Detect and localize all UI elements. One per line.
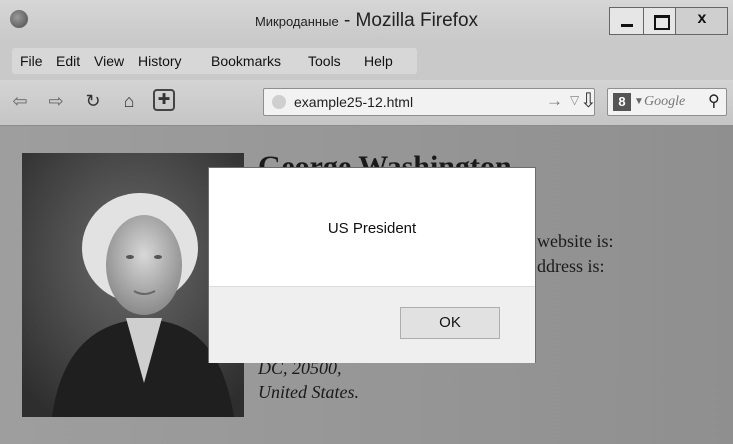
title-bar: Микроданные - Mozilla Firefox x <box>0 0 733 44</box>
home-icon[interactable]: ⌂ <box>117 89 141 113</box>
window-title-app: - Mozilla Firefox <box>343 10 479 31</box>
menu-view[interactable]: View <box>94 53 124 69</box>
menu-bar: File Edit View History Bookmarks Tools H… <box>12 48 417 74</box>
search-input[interactable]: Google <box>644 94 685 110</box>
menu-bookmarks[interactable]: Bookmarks <box>211 53 281 69</box>
ok-button[interactable]: OK <box>400 307 500 339</box>
search-engine-dropdown-icon[interactable]: ▼ <box>634 96 644 107</box>
minimize-button[interactable] <box>609 7 643 35</box>
maximize-button[interactable] <box>643 7 676 35</box>
menu-history[interactable]: History <box>138 53 182 69</box>
url-bar[interactable]: example25-12.html → ▽ <box>263 88 595 116</box>
dialog-footer: OK <box>209 286 535 363</box>
menu-edit[interactable]: Edit <box>56 53 80 69</box>
close-button[interactable]: x <box>676 7 728 35</box>
back-icon[interactable]: ⇦ <box>8 89 32 113</box>
close-icon: x <box>697 10 707 27</box>
addons-icon[interactable]: ✚ <box>153 89 175 111</box>
firefox-window: Микроданные - Mozilla Firefox x File Edi… <box>0 0 733 444</box>
search-engine-icon[interactable]: 8 <box>613 93 631 111</box>
url-text[interactable]: example25-12.html <box>294 94 413 110</box>
menu-tools[interactable]: Tools <box>308 53 341 69</box>
window-title-page: Микроданные <box>254 14 339 29</box>
website-label: website is: <box>537 231 614 251</box>
address-country: United States. <box>258 382 359 402</box>
search-icon[interactable]: ⚲ <box>708 91 720 111</box>
menu-file[interactable]: File <box>20 53 43 69</box>
minimize-icon <box>621 24 633 27</box>
address-label: ddress is: <box>537 256 605 276</box>
download-icon[interactable]: ⇩ <box>580 88 597 113</box>
history-dropdown-icon[interactable]: ▽ <box>570 93 579 107</box>
site-identity-icon[interactable] <box>272 95 286 109</box>
go-arrow-icon[interactable]: → <box>546 91 563 111</box>
search-bar[interactable]: 8 ▼ Google ⚲ <box>607 88 727 116</box>
maximize-icon <box>654 15 670 30</box>
forward-icon[interactable]: ⇨ <box>44 89 68 113</box>
alert-dialog: US President OK <box>208 167 536 363</box>
dialog-message: US President <box>327 220 417 237</box>
reload-icon[interactable]: ↻ <box>81 89 105 113</box>
menu-help[interactable]: Help <box>364 53 393 69</box>
